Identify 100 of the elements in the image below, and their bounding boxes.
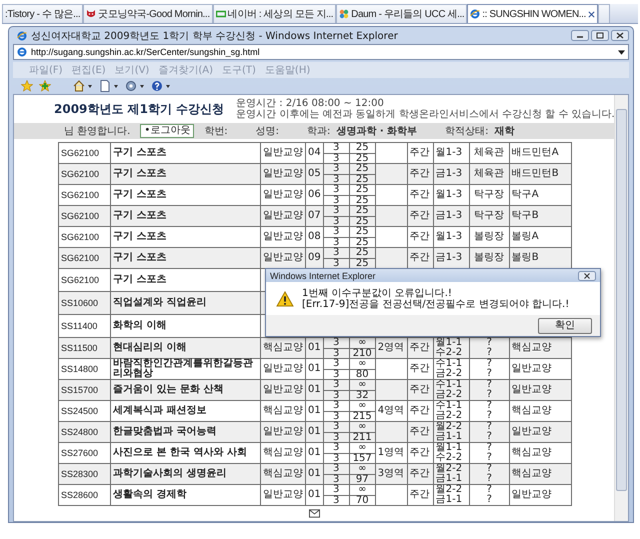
- browser-tab[interactable]: 네이버 : 세상의 모든 지...: [212, 4, 336, 23]
- table-cell-text: ?: [486, 380, 493, 390]
- table-cell-text: 월2-2: [436, 422, 464, 432]
- table-cell-text: ?: [486, 422, 493, 432]
- table-cell: 3영역: [375, 464, 408, 484]
- table-cell-text: 3: [332, 206, 340, 216]
- table-cell: 3: [324, 432, 349, 442]
- table-cell: 일반교양: [260, 484, 306, 506]
- table-cell-text: 수1-1: [436, 401, 464, 411]
- table-cell: 3: [324, 390, 349, 400]
- logout-button[interactable]: •로그아웃: [140, 124, 194, 138]
- tab-label: :: SUNGSHIN WOMEN...: [482, 8, 586, 20]
- table-cell: 215: [350, 410, 375, 421]
- table-cell-text: 금1-3: [436, 169, 464, 179]
- table-cell-text: ?: [486, 401, 493, 411]
- browser-tab[interactable]: 굿모닝약국-Good Mornin...: [83, 4, 213, 23]
- table-cell-text: 금1-3: [436, 253, 464, 263]
- table-cell-text: 3: [332, 143, 340, 152]
- table-cell-text: 25: [354, 164, 370, 174]
- table-cell: 탁구B: [509, 206, 572, 226]
- table-cell: 일반교양: [509, 380, 572, 400]
- notice-text: 운영시간 이후에는 예전과 동일하게 학생온라인서비스에서 수강신청 할 수 있습니다.: [236, 109, 615, 120]
- table-cell: 즐거움이 있는 문화 산책: [110, 380, 260, 400]
- table-cell-text: 금1-3: [436, 211, 464, 221]
- table-cell-text: 25: [354, 185, 370, 194]
- table-cell-text: 3: [332, 248, 340, 258]
- table-cell: 97: [350, 474, 375, 484]
- table-cell-text: 3: [332, 380, 340, 390]
- table-cell: 일반교양: [509, 484, 572, 506]
- browser-tab[interactable]: :: SUNGSHIN WOMEN...: [467, 4, 598, 23]
- table-cell: 구기 스포츠: [110, 164, 260, 184]
- table-cell-text: 25: [354, 143, 370, 152]
- table-cell: 3: [324, 410, 349, 421]
- table-cell: 일반교양: [260, 380, 306, 400]
- table-cell: 핵심교양: [509, 464, 572, 484]
- table-cell: 211: [350, 432, 375, 442]
- table-cell: 배드민턴B: [509, 164, 572, 184]
- table-cell-text: ∞: [357, 359, 368, 368]
- field-label: 학과:: [307, 125, 330, 138]
- dialog-message: [Err.17-9]전공을 전공선택/전공필수로 변경되어야 합니다.!: [302, 298, 570, 310]
- table-cell-text: 3: [332, 443, 340, 452]
- ok-button[interactable]: 확인: [538, 318, 592, 334]
- table-cell: SS24800: [58, 422, 110, 442]
- table-cell: 주간: [407, 338, 434, 358]
- notice-text: 운영시간 : 2/16 08:00 ~ 12:00: [236, 98, 385, 109]
- address-field[interactable]: http://sugang.sungshin.ac.kr/SerCenter/sungshin_sg.html: [13, 44, 629, 60]
- field-label: 학번:: [204, 125, 228, 138]
- table-cell-text: 월1-1: [436, 338, 464, 348]
- table-cell: SS28600: [58, 484, 110, 506]
- table-cell: 32: [350, 390, 375, 400]
- table-cell-text: 3: [332, 164, 340, 174]
- table-cell-text: 3: [332, 338, 340, 348]
- table-cell-text: 수1-1: [436, 380, 464, 390]
- table-cell: 주간: [407, 422, 434, 442]
- table-cell-text: 볼링장: [473, 232, 506, 242]
- dialog-message: 1번째 이수구분값이 오류입니다.!: [302, 288, 453, 298]
- table-cell: 3: [324, 452, 349, 463]
- table-cell-text: ?: [486, 432, 493, 442]
- browser-tab[interactable]: :Tistory - 수 많은...: [2, 4, 84, 23]
- table-cell: SG62100: [58, 248, 110, 268]
- table-cell-text: 체육관: [473, 148, 506, 158]
- table-cell: 01: [306, 484, 324, 506]
- table-cell: 일반교양: [260, 422, 306, 442]
- table-cell-text: ∞: [357, 380, 368, 390]
- table-cell-text: 수1-1: [436, 359, 464, 369]
- welcome-text: 님 환영합니다.: [64, 125, 130, 138]
- table-cell-text: ?: [486, 369, 493, 379]
- table-cell-text: 금1-1: [436, 474, 464, 484]
- table-cell: 3: [324, 236, 349, 247]
- table-cell: 25: [350, 216, 375, 226]
- table-cell: 01: [306, 464, 324, 484]
- table-cell-text: ?: [486, 495, 493, 505]
- table-cell: SG62100: [58, 206, 110, 226]
- table-cell: 핵심교양: [260, 338, 306, 358]
- address-text: http://sugang.sungshin.ac.kr/SerCenter/sungshin_sg.html: [31, 47, 261, 57]
- browser-tab[interactable]: Daum - 우리들의 UCC 세...: [336, 4, 468, 23]
- table-cell: 주간: [407, 206, 434, 226]
- table-cell: 3: [324, 368, 349, 379]
- table-cell: 2영역: [375, 338, 408, 358]
- table-cell: 157: [350, 452, 375, 463]
- table-cell-text: 3: [332, 401, 340, 410]
- table-cell-text: ∞: [357, 422, 368, 432]
- table-cell: 09: [306, 248, 324, 268]
- table-cell: 70: [350, 494, 375, 505]
- table-cell: 07: [306, 206, 324, 226]
- table-cell: 한글맞춤법과 국어능력: [110, 422, 260, 442]
- table-cell: 주간: [407, 464, 434, 484]
- table-cell-text: 탁구장: [473, 190, 506, 200]
- table-cell: 볼링B: [509, 248, 572, 268]
- field-value: 재학: [494, 125, 515, 138]
- table-cell: 25: [350, 236, 375, 247]
- table-cell: 일반교양: [260, 206, 306, 226]
- table-cell: 01: [306, 380, 324, 400]
- table-cell-text: ∞: [357, 338, 368, 348]
- page-title: 2009학년도 제1학기 수강신청: [54, 100, 224, 118]
- table-cell: 01: [306, 338, 324, 358]
- table-cell: 생활속의 경제학: [110, 484, 260, 506]
- table-cell: 현대심리의 이해: [110, 338, 260, 358]
- table-cell: 3: [324, 474, 349, 484]
- table-cell-text: 체육관: [473, 169, 506, 179]
